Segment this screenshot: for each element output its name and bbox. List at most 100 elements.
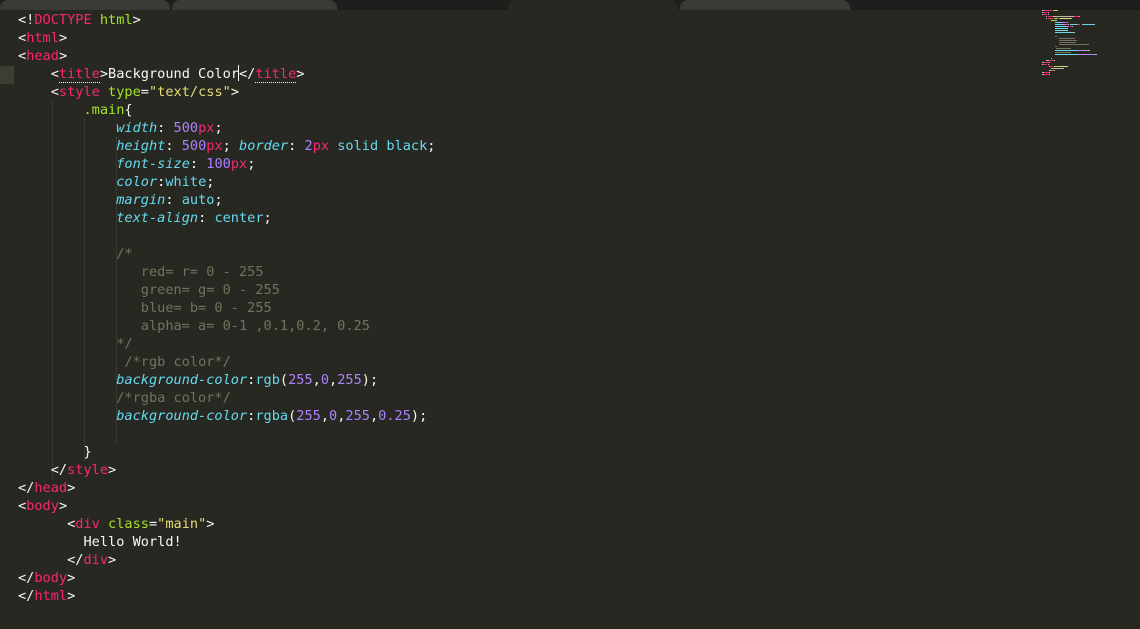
code-token: }	[18, 444, 92, 460]
minimap-mark	[1050, 58, 1052, 59]
minimap-mark	[1067, 32, 1074, 33]
code-token: <!	[18, 12, 35, 28]
code-line[interactable]: /*	[18, 245, 435, 263]
editor-window: { "tabs": [ {"label": "...", "active": f…	[0, 0, 1140, 629]
minimap-mark	[1055, 30, 1062, 31]
code-token: ;	[222, 138, 240, 154]
code-token: px	[206, 138, 223, 154]
code-token: );	[410, 408, 428, 424]
code-editor[interactable]: <!DOCTYPE html> <html> <head> <title>Backg…	[0, 10, 1030, 629]
code-text[interactable]: <!DOCTYPE html> <html> <head> <title>Backg…	[18, 11, 435, 605]
minimap-mark	[1055, 52, 1071, 53]
minimap-mark	[1049, 66, 1053, 67]
code-line[interactable]: background-color:rgba(255,0,255,0.25);	[18, 407, 435, 425]
code-line[interactable]: </div>	[18, 551, 435, 569]
code-line[interactable]: <head>	[18, 47, 435, 65]
code-token: text-align	[116, 210, 199, 226]
code-token: >	[108, 552, 117, 568]
code-line[interactable]: /*rgb color*/	[18, 353, 435, 371]
code-line[interactable]: .main{	[18, 101, 435, 119]
code-line[interactable]: color:white;	[18, 173, 435, 191]
code-line[interactable]: <style type="text/css">	[18, 83, 435, 101]
code-token: </	[18, 462, 68, 478]
code-line[interactable]: </head>	[18, 479, 435, 497]
code-line[interactable]: Hello World!	[18, 533, 435, 551]
code-line[interactable]: </style>	[18, 461, 435, 479]
code-token: >	[58, 498, 68, 514]
tab-4[interactable]	[680, 0, 850, 10]
minimap-mark	[1054, 16, 1072, 17]
code-line[interactable]: /*rgba color*/	[18, 389, 435, 407]
minimap[interactable]	[1042, 10, 1102, 80]
tab-active[interactable]	[508, 0, 678, 10]
minimap-mark	[1055, 46, 1058, 47]
code-token: px	[198, 120, 215, 136]
code-line[interactable]: margin: auto;	[18, 191, 435, 209]
code-token: title	[255, 66, 297, 83]
code-line[interactable]: <div class="main">	[18, 515, 435, 533]
code-token: ;	[206, 174, 215, 190]
code-line[interactable]: </body>	[18, 569, 435, 587]
tab-2[interactable]	[172, 0, 337, 10]
code-token: margin	[116, 192, 166, 208]
code-line[interactable]: alpha= a= 0-1 ,0.1,0.2, 0.25	[18, 317, 435, 335]
minimap-mark	[1055, 50, 1073, 51]
minimap-mark	[1078, 24, 1081, 25]
code-token: ,	[320, 408, 330, 424]
vertical-scrollbar[interactable]	[1128, 10, 1140, 629]
code-token: </	[18, 480, 35, 496]
minimap-mark	[1094, 54, 1097, 55]
code-token: >	[67, 570, 76, 586]
code-line[interactable]: height: 500px; border: 2px solid black;	[18, 137, 435, 155]
code-token: </	[18, 570, 35, 586]
code-token: </	[238, 66, 256, 82]
minimap-mark	[1058, 40, 1078, 41]
code-line[interactable]: <title>Background Color</title>	[18, 65, 435, 83]
code-line[interactable]: <html>	[18, 29, 435, 47]
code-token: >	[58, 48, 68, 64]
code-token: 500	[181, 138, 207, 154]
code-line[interactable]: font-size: 100px;	[18, 155, 435, 173]
minimap-mark	[1058, 44, 1090, 45]
code-token: :	[288, 138, 305, 154]
code-line[interactable]: background-color:rgb(255,0,255);	[18, 371, 435, 389]
code-token: <	[18, 84, 59, 100]
code-line[interactable]: ​	[18, 227, 435, 245]
minimap-mark	[1060, 66, 1068, 67]
minimap-mark	[1047, 14, 1049, 15]
tab-bar	[0, 0, 1140, 10]
code-line[interactable]: </html>	[18, 587, 435, 605]
code-line[interactable]: <!DOCTYPE html>	[18, 11, 435, 29]
code-line[interactable]: */	[18, 335, 435, 353]
code-token: ;	[427, 138, 436, 154]
code-line[interactable]: red= r= 0 - 255	[18, 263, 435, 281]
code-token: 255	[296, 408, 321, 424]
minimap-mark	[1050, 68, 1064, 69]
code-line[interactable]: green= g= 0 - 255	[18, 281, 435, 299]
code-line[interactable]: blue= b= 0 - 255	[18, 299, 435, 317]
code-token: :	[189, 156, 207, 172]
code-token: :	[165, 138, 182, 154]
code-line[interactable]: <body>	[18, 497, 435, 515]
code-line[interactable]: }	[18, 443, 435, 461]
code-line[interactable]: text-align: center;	[18, 209, 435, 227]
code-token: html	[34, 588, 68, 604]
code-token: height	[116, 138, 166, 154]
code-token: ;	[263, 210, 272, 226]
code-token: </	[18, 588, 35, 604]
code-token: >	[132, 12, 141, 28]
code-line[interactable]: ​	[18, 425, 435, 443]
code-token: color	[116, 174, 158, 190]
code-token: 0	[320, 372, 330, 388]
code-line[interactable]: width: 500px;	[18, 119, 435, 137]
code-token: 255	[288, 372, 313, 388]
tab-1[interactable]	[0, 0, 170, 10]
minimap-mark	[1054, 70, 1056, 71]
code-token: >	[67, 480, 76, 496]
code-token: red= r= 0 - 255	[140, 264, 264, 280]
code-token: >	[58, 30, 68, 46]
